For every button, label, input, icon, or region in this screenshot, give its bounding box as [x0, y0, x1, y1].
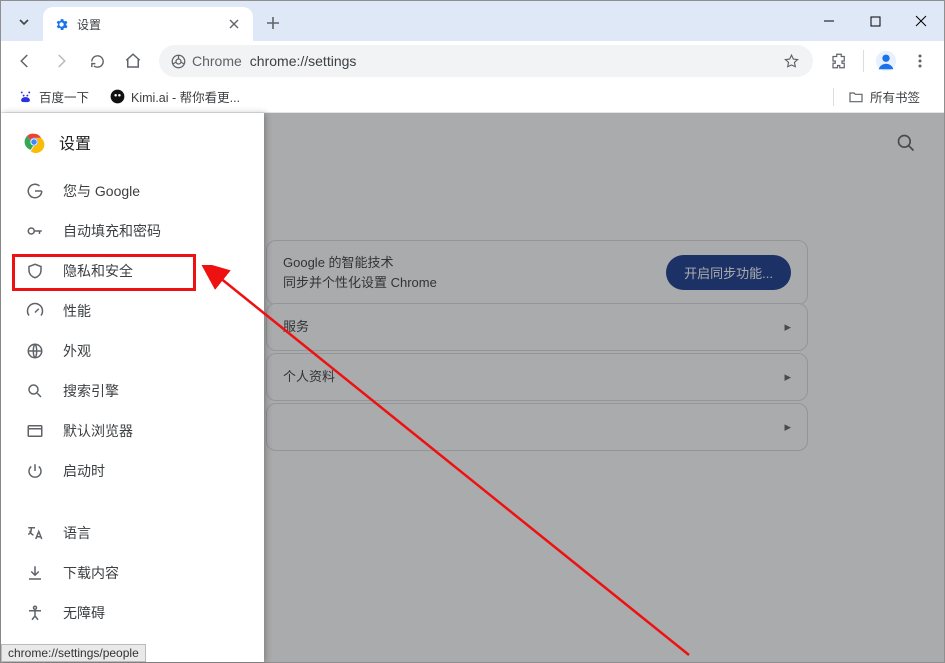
key-icon	[25, 221, 45, 241]
speedometer-icon	[25, 301, 45, 321]
toolbar: Chrome chrome://settings	[1, 41, 944, 81]
chrome-logo-icon	[23, 131, 45, 153]
nav-item-language[interactable]: 语言	[1, 513, 248, 553]
nav-label: 启动时	[63, 461, 105, 481]
translate-icon	[25, 523, 45, 543]
nav-item-default-browser[interactable]: 默认浏览器	[1, 411, 248, 451]
bookmark-label: 百度一下	[39, 87, 89, 106]
site-chip-label: Chrome	[192, 53, 242, 69]
close-window-button[interactable]	[898, 1, 944, 41]
address-bar-url: chrome://settings	[250, 53, 781, 69]
title-bar: 设置	[1, 1, 944, 41]
reload-button[interactable]	[81, 45, 113, 77]
profile-button[interactable]	[872, 47, 900, 75]
nav-item-downloads[interactable]: 下载内容	[1, 553, 248, 593]
gear-icon	[53, 16, 69, 32]
divider	[833, 88, 834, 106]
baidu-icon	[17, 89, 33, 105]
nav-label: 外观	[63, 341, 91, 361]
bookmark-item[interactable]: Kimi.ai - 帮你看更...	[103, 83, 246, 110]
overlay-dim[interactable]	[264, 113, 944, 662]
nav-item-search-engine[interactable]: 搜索引擎	[1, 371, 248, 411]
bookmark-star-button[interactable]	[781, 53, 801, 70]
close-tab-button[interactable]	[225, 15, 243, 33]
home-button[interactable]	[117, 45, 149, 77]
folder-icon	[848, 89, 864, 105]
menu-button[interactable]	[904, 45, 936, 77]
all-bookmarks-label: 所有书签	[870, 87, 920, 106]
accessibility-icon	[25, 603, 45, 623]
nav-item-autofill[interactable]: 自动填充和密码	[1, 211, 248, 251]
bookmark-label: Kimi.ai - 帮你看更...	[131, 87, 240, 106]
browser-tab[interactable]: 设置	[43, 7, 253, 41]
separator	[1, 491, 262, 513]
nav-label: 默认浏览器	[63, 421, 133, 441]
content-area: Google 的智能技术 同步并个性化设置 Chrome 开启同步功能... 服…	[1, 113, 944, 662]
nav-label: 隐私和安全	[63, 261, 133, 281]
nav-label: 下载内容	[63, 563, 119, 583]
minimize-button[interactable]	[806, 1, 852, 41]
new-tab-button[interactable]	[259, 9, 287, 37]
nav-item-accessibility[interactable]: 无障碍	[1, 593, 248, 633]
back-button[interactable]	[9, 45, 41, 77]
chrome-icon	[171, 54, 186, 69]
nav-label: 性能	[63, 301, 91, 321]
drawer-title: 设置	[59, 130, 91, 154]
download-icon	[25, 563, 45, 583]
power-icon	[25, 461, 45, 481]
bookmarks-bar: 百度一下 Kimi.ai - 帮你看更... 所有书签	[1, 81, 944, 113]
address-bar[interactable]: Chrome chrome://settings	[159, 45, 813, 77]
nav-label: 搜索引擎	[63, 381, 119, 401]
site-chip[interactable]: Chrome	[171, 53, 242, 69]
all-bookmarks-button[interactable]: 所有书签	[842, 83, 926, 110]
nav-label: 自动填充和密码	[63, 221, 161, 241]
nav-item-on-startup[interactable]: 启动时	[1, 451, 248, 491]
settings-drawer: 设置 您与 Google 自动填充和密码 隐私和安全	[1, 113, 264, 662]
drawer-nav[interactable]: 您与 Google 自动填充和密码 隐私和安全 性能	[1, 171, 264, 662]
globe-icon	[25, 341, 45, 361]
forward-button[interactable]	[45, 45, 77, 77]
google-g-icon	[25, 181, 45, 201]
shield-icon	[25, 261, 45, 281]
status-url: chrome://settings/people	[8, 646, 139, 660]
kimi-icon	[109, 89, 125, 105]
extensions-button[interactable]	[823, 45, 855, 77]
maximize-button[interactable]	[852, 1, 898, 41]
search-icon	[25, 381, 45, 401]
divider	[863, 50, 864, 72]
drawer-header: 设置	[1, 113, 264, 171]
bookmark-item[interactable]: 百度一下	[11, 83, 95, 110]
nav-label: 无障碍	[63, 603, 105, 623]
window-controls	[806, 1, 944, 41]
nav-item-privacy[interactable]: 隐私和安全	[1, 251, 248, 291]
nav-label: 语言	[63, 523, 91, 543]
tab-title: 设置	[77, 16, 225, 33]
nav-item-you-and-google[interactable]: 您与 Google	[1, 171, 248, 211]
tab-search-button[interactable]	[11, 9, 37, 35]
window-icon	[25, 421, 45, 441]
nav-item-appearance[interactable]: 外观	[1, 331, 248, 371]
nav-item-performance[interactable]: 性能	[1, 291, 248, 331]
nav-label: 您与 Google	[63, 181, 140, 201]
status-bar: chrome://settings/people	[1, 644, 146, 662]
